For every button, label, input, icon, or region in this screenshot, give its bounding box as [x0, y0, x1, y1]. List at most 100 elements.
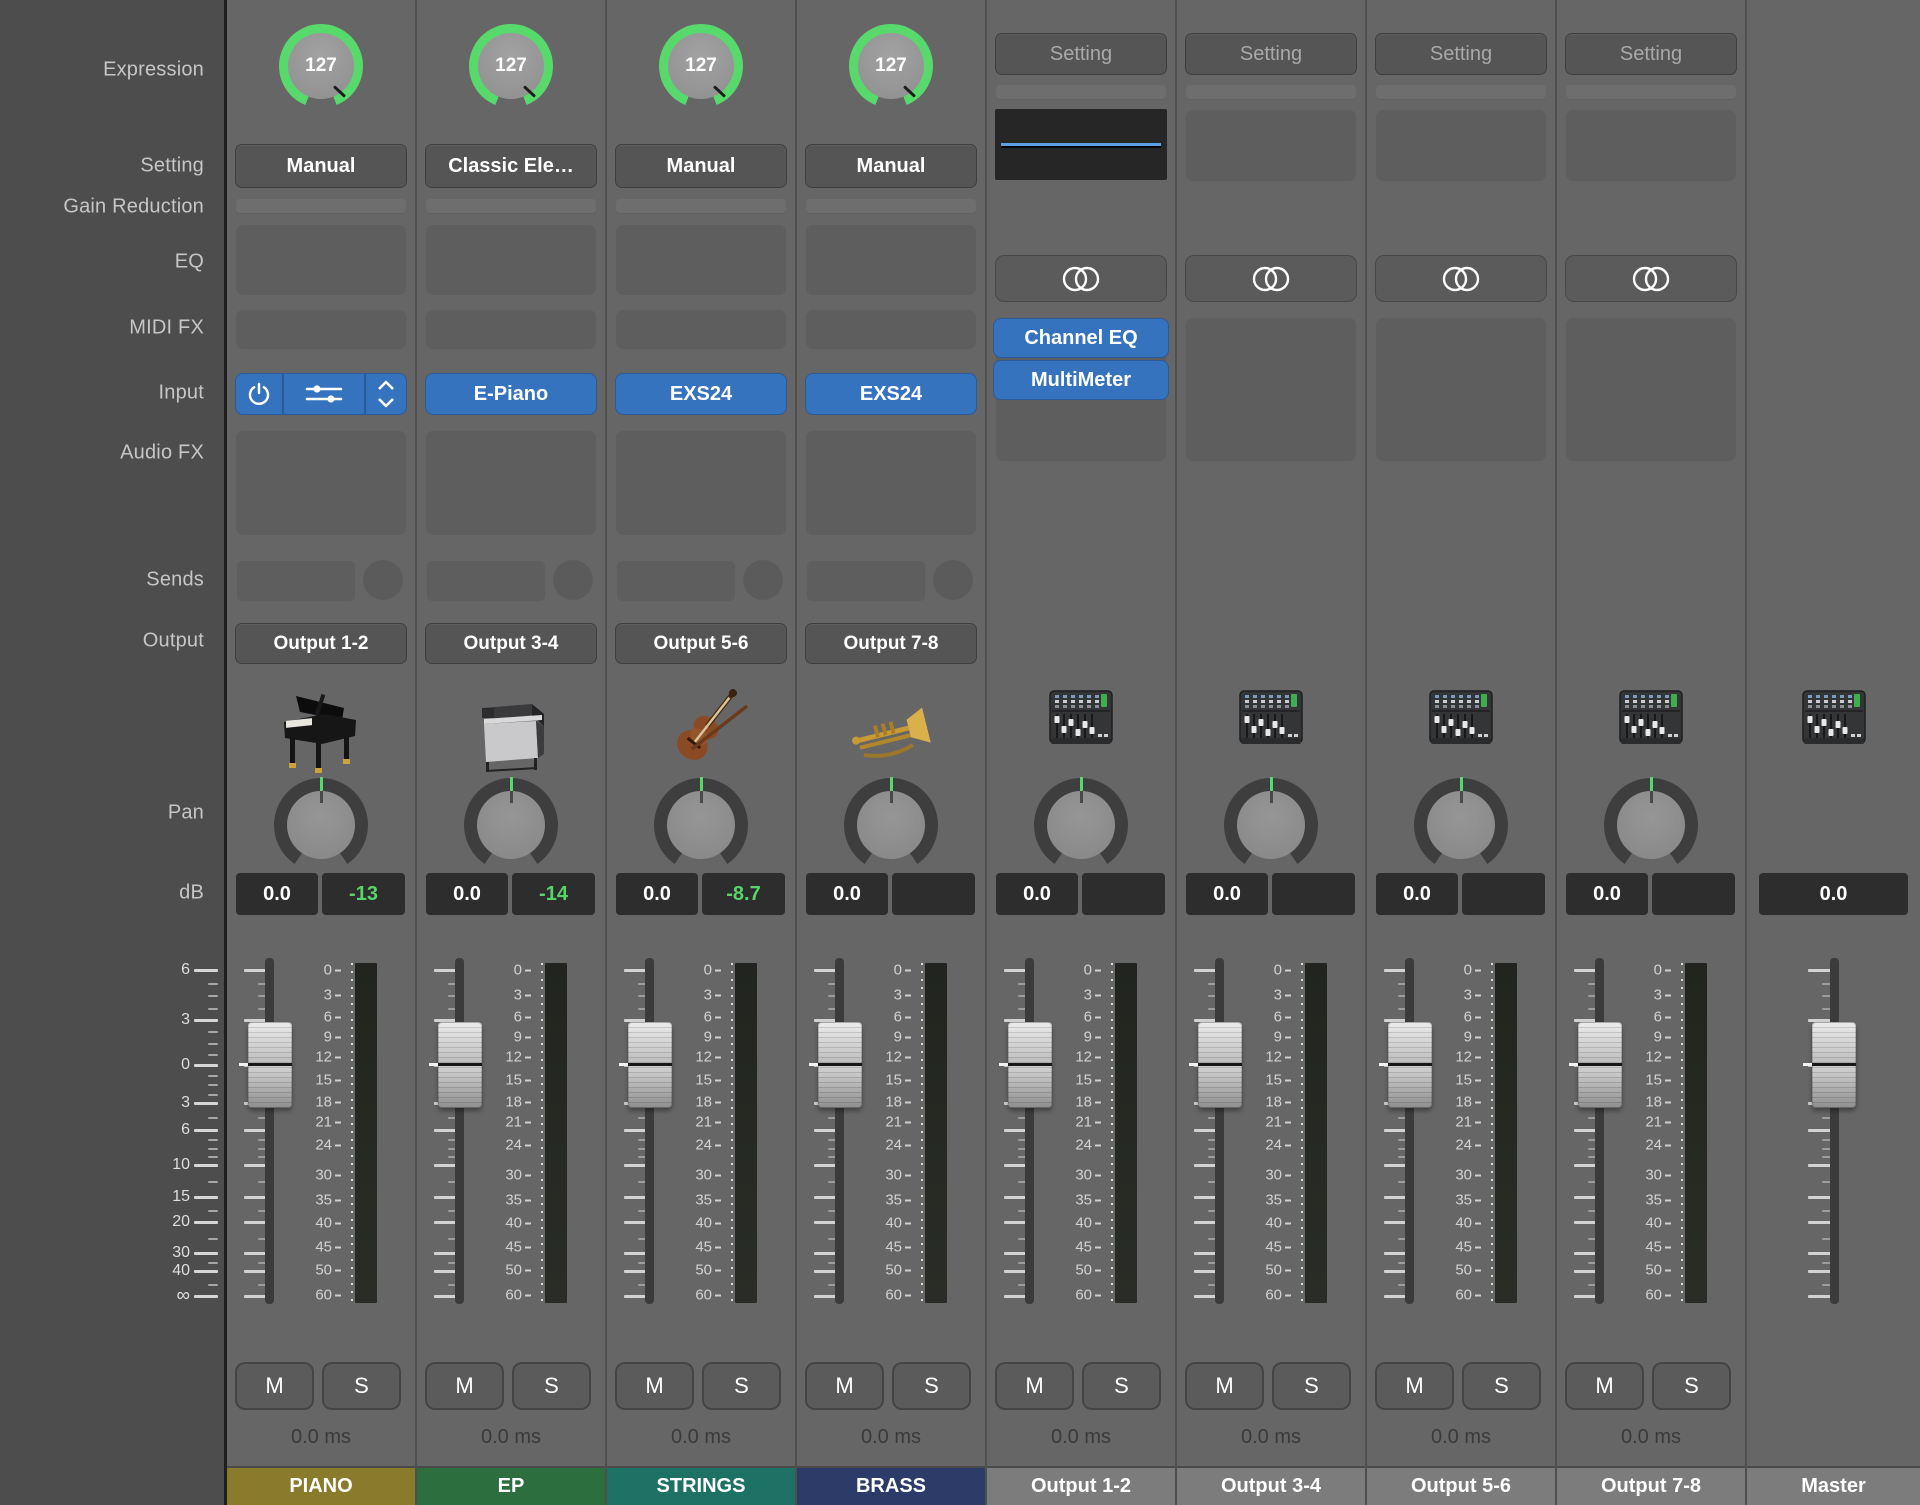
output-routing-button[interactable]: Output 5-6: [615, 623, 787, 664]
db-display[interactable]: 0.0: [1186, 873, 1268, 915]
solo-button[interactable]: S: [702, 1362, 781, 1410]
channel-name[interactable]: Output 1-2: [987, 1466, 1175, 1505]
mute-button[interactable]: M: [805, 1362, 884, 1410]
expression-knob[interactable]: 127: [469, 24, 553, 108]
pan-knob[interactable]: [1414, 777, 1508, 872]
channel-name[interactable]: BRASS: [797, 1466, 985, 1505]
send-level-knob[interactable]: [933, 560, 973, 600]
send-slot[interactable]: [616, 560, 736, 602]
fader-track[interactable]: [1025, 958, 1034, 1304]
expression-knob[interactable]: 127: [849, 24, 933, 108]
solo-button[interactable]: S: [322, 1362, 401, 1410]
fader-handle[interactable]: [808, 1022, 862, 1108]
input-selector-button[interactable]: [364, 374, 406, 414]
fader-track[interactable]: [1829, 958, 1839, 1304]
db-display[interactable]: 0.0: [426, 873, 508, 915]
stereo-format-button[interactable]: [1375, 255, 1547, 302]
plugin-button-multimeter[interactable]: MultiMeter: [993, 360, 1169, 400]
setting-button[interactable]: Setting: [1565, 33, 1737, 75]
input-instrument-button[interactable]: E-Piano: [425, 373, 597, 415]
solo-button[interactable]: S: [1272, 1362, 1351, 1410]
setting-button[interactable]: Manual: [805, 144, 977, 188]
output-routing-button[interactable]: Output 3-4: [425, 623, 597, 664]
fader-handle[interactable]: [618, 1022, 672, 1108]
channel-name[interactable]: Output 5-6: [1367, 1466, 1555, 1505]
fader-track[interactable]: [1215, 958, 1224, 1304]
db-display[interactable]: 0.0: [236, 873, 318, 915]
db-display[interactable]: 0.0: [616, 873, 698, 915]
stereo-format-button[interactable]: [1565, 255, 1737, 302]
plugin-button-channel-eq[interactable]: Channel EQ: [993, 318, 1169, 358]
expression-knob[interactable]: 127: [659, 24, 743, 108]
db-peak-display[interactable]: [892, 873, 975, 915]
setting-button[interactable]: Classic Ele…: [425, 144, 597, 188]
channel-name[interactable]: Output 7-8: [1557, 1466, 1745, 1505]
setting-button[interactable]: Setting: [995, 33, 1167, 75]
fader-handle[interactable]: [238, 1022, 292, 1108]
db-display[interactable]: 0.0: [1376, 873, 1458, 915]
stereo-format-button[interactable]: [995, 255, 1167, 302]
fader-track[interactable]: [1595, 958, 1604, 1304]
fader-handle[interactable]: [428, 1022, 482, 1108]
send-slot[interactable]: [426, 560, 546, 602]
setting-button[interactable]: Manual: [615, 144, 787, 188]
mute-button[interactable]: M: [1375, 1362, 1454, 1410]
pan-knob[interactable]: [464, 777, 558, 872]
pan-knob[interactable]: [844, 777, 938, 872]
input-instrument-button[interactable]: EXS24: [615, 373, 787, 415]
pan-knob[interactable]: [1224, 777, 1318, 872]
channel-name[interactable]: STRINGS: [607, 1466, 795, 1505]
setting-button[interactable]: Setting: [1375, 33, 1547, 75]
fader-track[interactable]: [455, 958, 464, 1304]
mute-button[interactable]: M: [1185, 1362, 1264, 1410]
output-routing-button[interactable]: Output 1-2: [235, 623, 407, 664]
pan-knob[interactable]: [1034, 777, 1128, 872]
db-peak-display[interactable]: [1652, 873, 1735, 915]
fader-handle[interactable]: [1803, 1022, 1856, 1108]
input-instrument-button[interactable]: EXS24: [805, 373, 977, 415]
db-peak-display[interactable]: [1272, 873, 1355, 915]
stereo-format-button[interactable]: [1185, 255, 1357, 302]
pan-knob[interactable]: [274, 777, 368, 872]
expression-knob[interactable]: 127: [279, 24, 363, 108]
channel-name[interactable]: EP: [417, 1466, 605, 1505]
send-slot[interactable]: [806, 560, 926, 602]
mute-button[interactable]: M: [1565, 1362, 1644, 1410]
input-controls[interactable]: [235, 373, 407, 415]
output-routing-button[interactable]: Output 7-8: [805, 623, 977, 664]
solo-button[interactable]: S: [1082, 1362, 1161, 1410]
mute-button[interactable]: M: [615, 1362, 694, 1410]
send-level-knob[interactable]: [363, 560, 403, 600]
fader-track[interactable]: [835, 958, 844, 1304]
db-peak-display[interactable]: [1082, 873, 1165, 915]
db-display[interactable]: 0.0: [996, 873, 1078, 915]
input-sliders-button[interactable]: [282, 374, 364, 414]
fader-track[interactable]: [265, 958, 274, 1304]
solo-button[interactable]: S: [1652, 1362, 1731, 1410]
db-display[interactable]: 0.0: [1566, 873, 1648, 915]
mute-button[interactable]: M: [425, 1362, 504, 1410]
db-peak-display[interactable]: [1462, 873, 1545, 915]
db-peak-display[interactable]: -14: [512, 873, 595, 915]
channel-name[interactable]: PIANO: [227, 1466, 415, 1505]
mute-button[interactable]: M: [995, 1362, 1074, 1410]
channel-name[interactable]: Master: [1747, 1466, 1920, 1505]
fader-handle[interactable]: [998, 1022, 1052, 1108]
solo-button[interactable]: S: [892, 1362, 971, 1410]
fader-track[interactable]: [1405, 958, 1414, 1304]
input-power-button[interactable]: [236, 374, 282, 414]
db-display[interactable]: 0.0: [1759, 873, 1908, 915]
mute-button[interactable]: M: [235, 1362, 314, 1410]
db-display[interactable]: 0.0: [806, 873, 888, 915]
fader-handle[interactable]: [1568, 1022, 1622, 1108]
setting-button[interactable]: Setting: [1185, 33, 1357, 75]
pan-knob[interactable]: [1604, 777, 1698, 872]
send-slot[interactable]: [236, 560, 356, 602]
eq-thumbnail[interactable]: [995, 109, 1167, 180]
db-peak-display[interactable]: -13: [322, 873, 405, 915]
solo-button[interactable]: S: [1462, 1362, 1541, 1410]
setting-button[interactable]: Manual: [235, 144, 407, 188]
db-peak-display[interactable]: -8.7: [702, 873, 785, 915]
fader-handle[interactable]: [1188, 1022, 1242, 1108]
pan-knob[interactable]: [654, 777, 748, 872]
